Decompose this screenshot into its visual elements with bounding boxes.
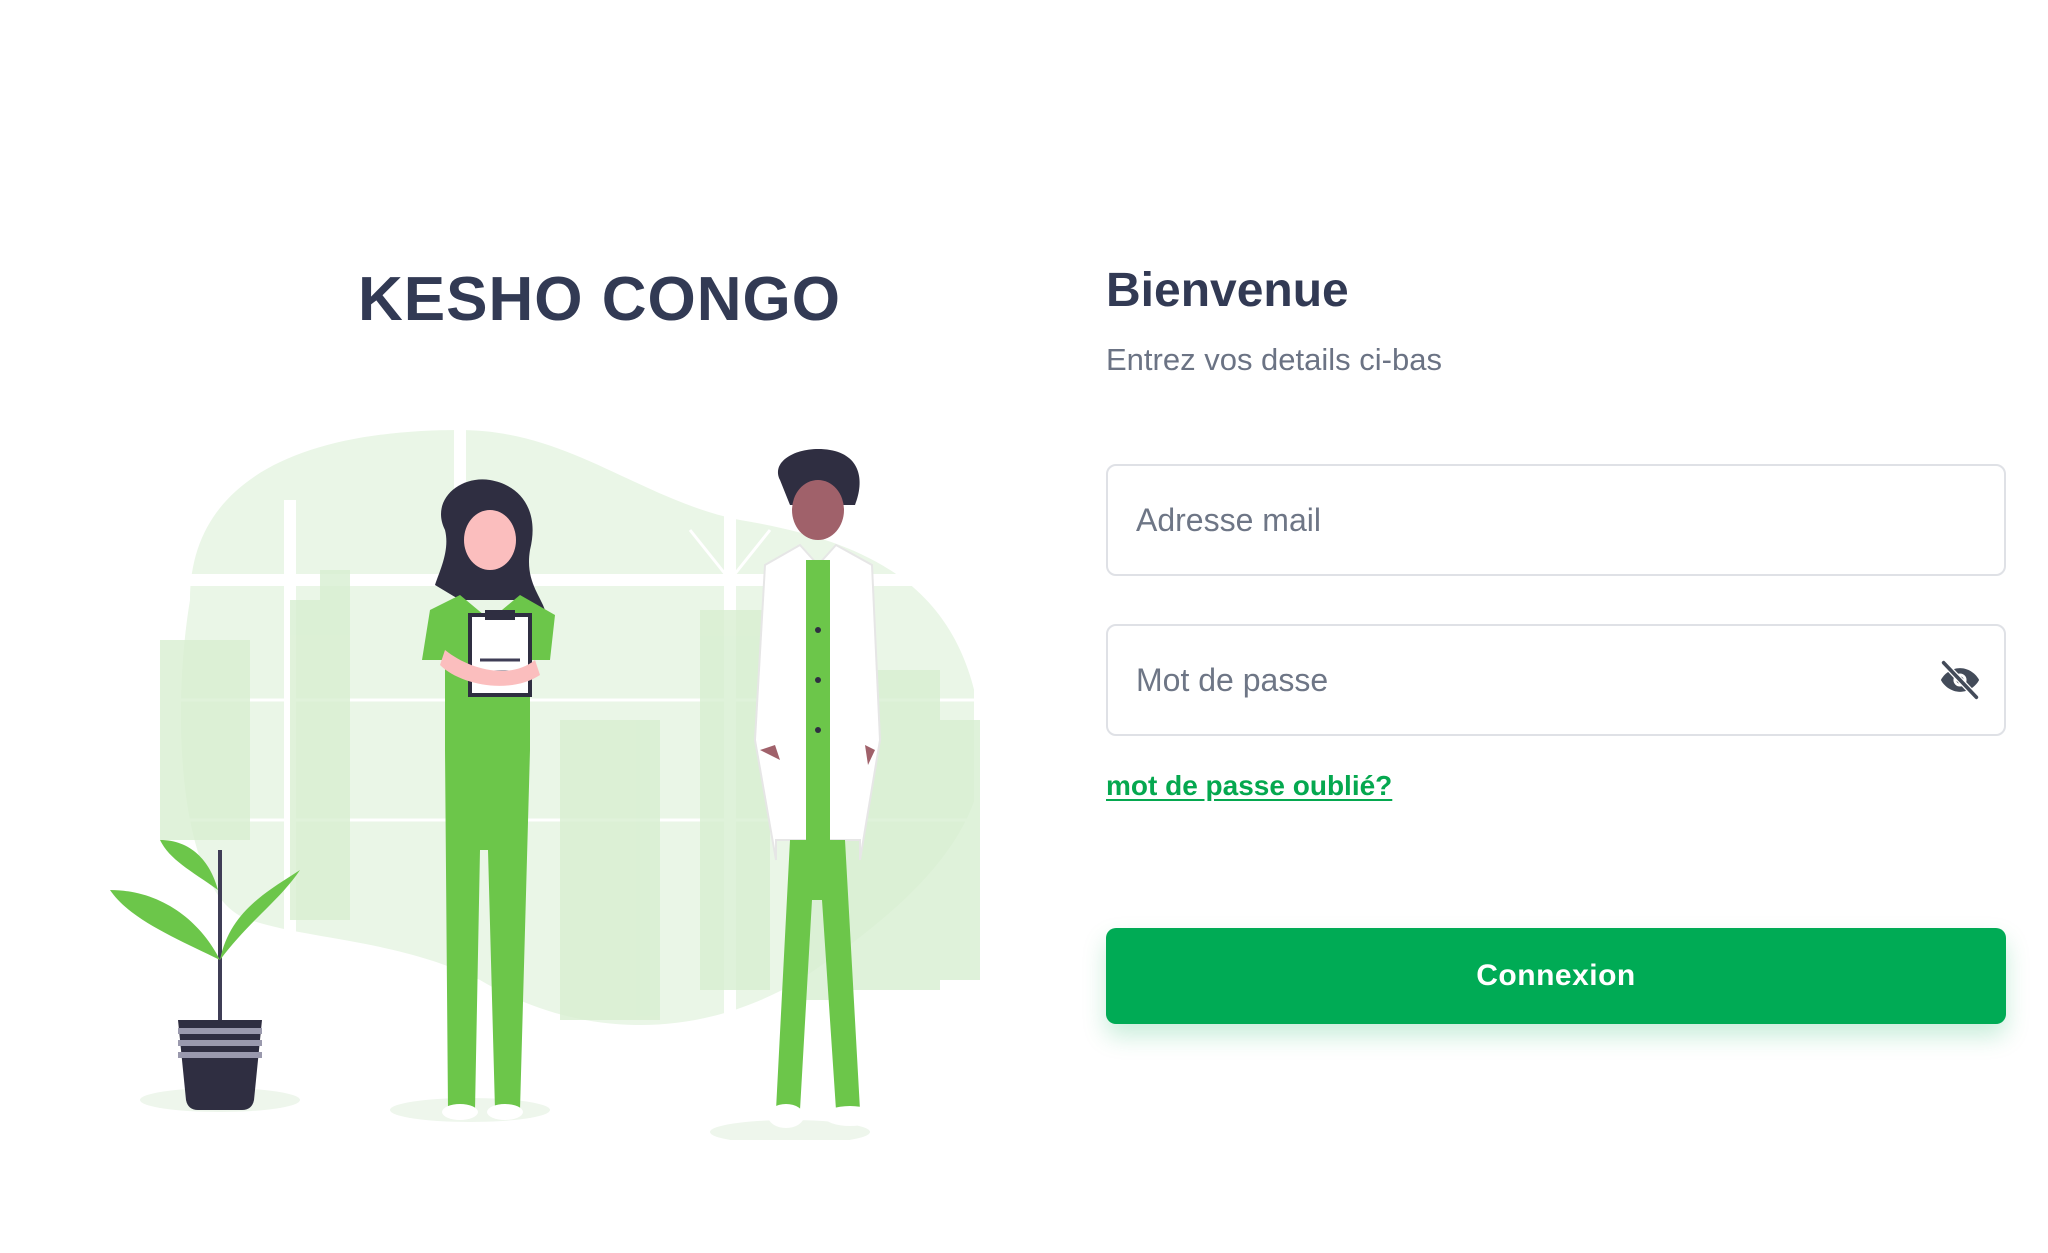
eye-slash-icon: [1940, 660, 1980, 700]
password-input[interactable]: [1108, 626, 2004, 734]
welcome-subtitle: Entrez vos details ci-bas: [1106, 342, 1442, 377]
welcome-title: Bienvenue: [1106, 264, 1349, 317]
login-page: KESHO CONGO Bienvenue Entrez vos details…: [0, 0, 2048, 1253]
password-field-container: [1106, 624, 2006, 736]
email-input[interactable]: [1108, 466, 2004, 574]
medical-staff-illustration: [110, 420, 1000, 1140]
password-visibility-toggle[interactable]: [1936, 656, 1984, 704]
login-form: Bienvenue Entrez vos details ci-bas mot …: [1106, 260, 2006, 1024]
login-button[interactable]: Connexion: [1106, 928, 2006, 1024]
brand-title: KESHO CONGO: [358, 265, 841, 334]
forgot-password-link[interactable]: mot de passe oublié?: [1106, 770, 1392, 802]
email-field-container: [1106, 464, 2006, 576]
